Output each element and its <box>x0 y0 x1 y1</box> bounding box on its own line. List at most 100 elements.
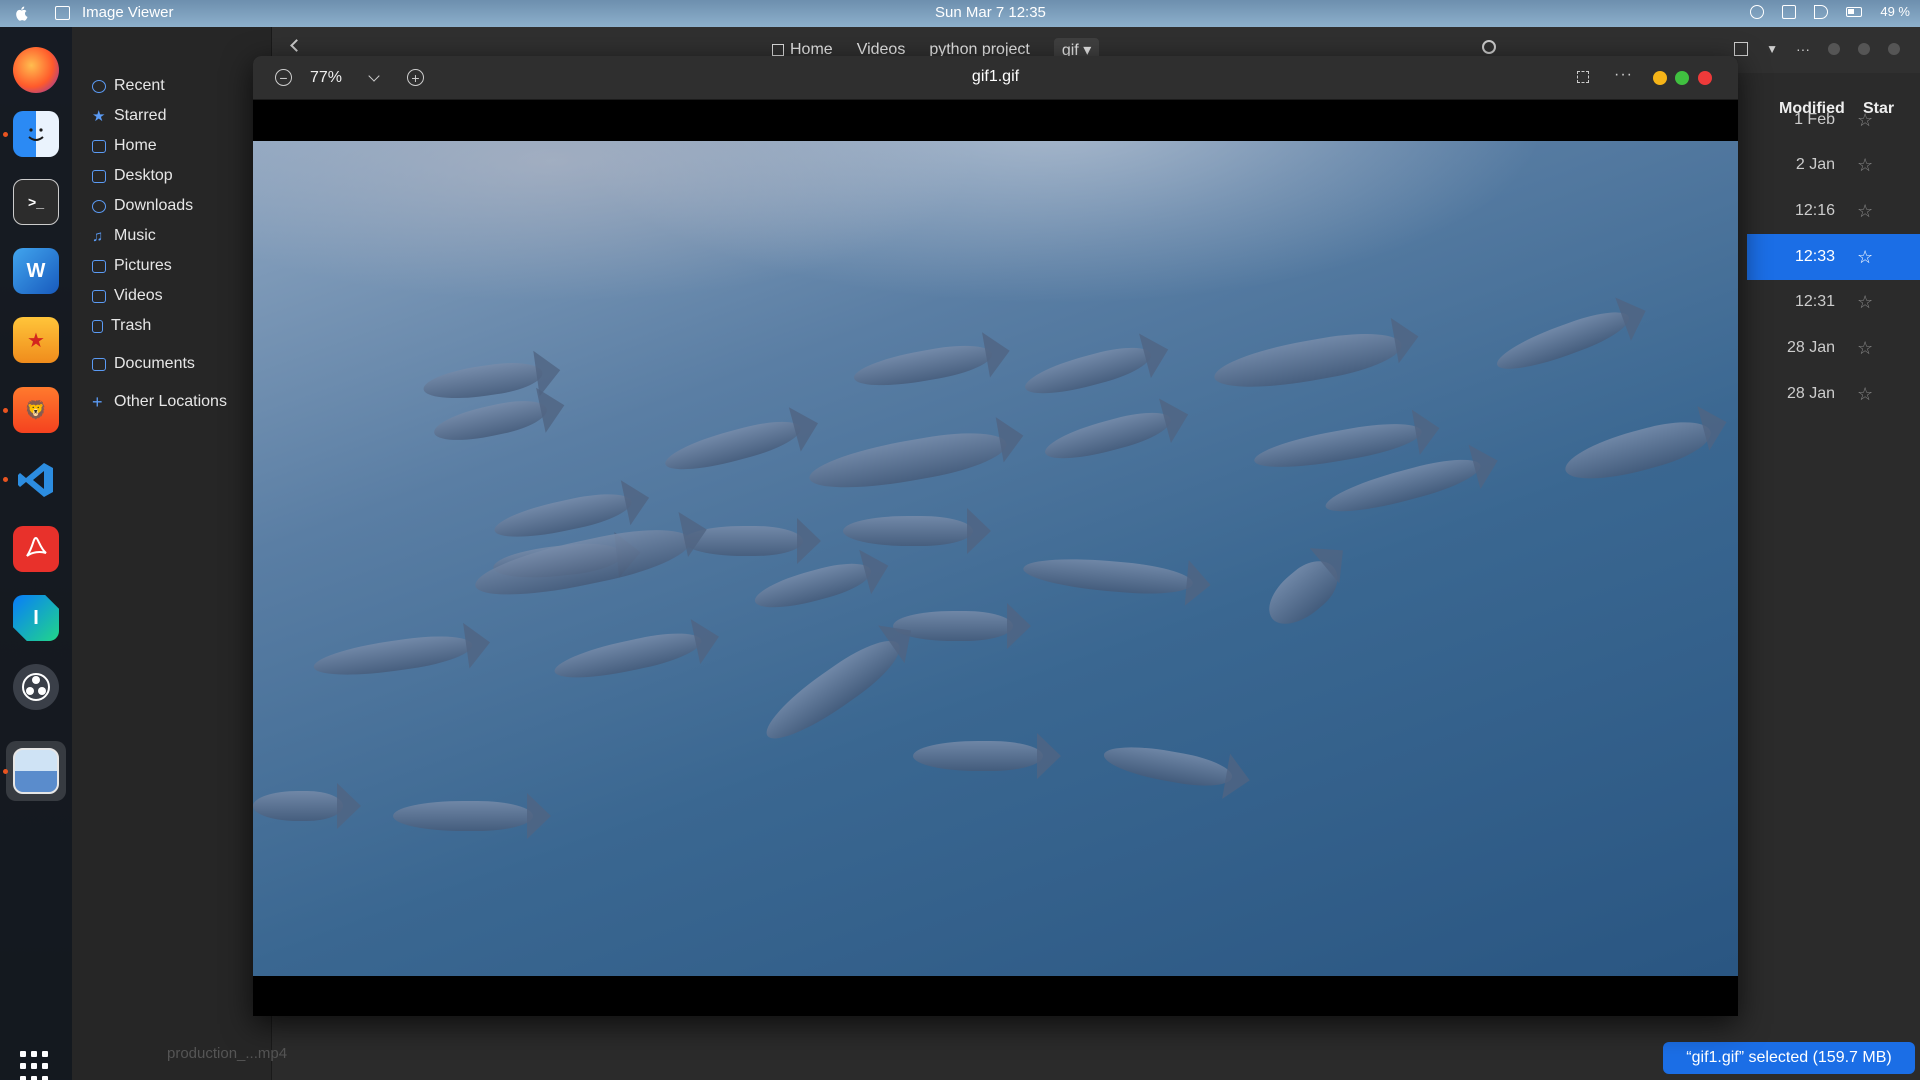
sidebar-item-music[interactable]: ♫ Music <box>92 227 156 245</box>
table-row[interactable]: 1 Feb ☆ <box>1747 97 1920 143</box>
firefox-icon[interactable] <box>13 47 59 93</box>
modified-cell: 28 Jan <box>1786 385 1835 402</box>
sidebar-item-home[interactable]: Home <box>92 137 157 155</box>
window-title: gif1.gif <box>971 68 1020 85</box>
music-icon: ♫ <box>92 227 104 245</box>
sidebar-item-pictures[interactable]: Pictures <box>92 257 172 275</box>
table-row[interactable]: 2 Jan ☆ <box>1747 142 1920 188</box>
word-icon[interactable]: W <box>13 248 59 294</box>
minimize-button[interactable] <box>1828 43 1840 55</box>
image-viewer-app-icon <box>55 6 70 20</box>
sidebar-item-videos[interactable]: Videos <box>92 287 163 305</box>
chevron-down-icon[interactable]: ▼ <box>1766 42 1778 56</box>
star-icon[interactable]: ☆ <box>1857 338 1873 359</box>
sidebar-item-trash[interactable]: Trash <box>92 317 151 335</box>
sidebar-item-label: Starred <box>114 107 167 124</box>
terminal-icon[interactable]: >_ <box>13 179 59 225</box>
maximize-button[interactable] <box>1858 43 1870 55</box>
sidebar-item-label: Pictures <box>114 257 172 274</box>
menu-more-icon[interactable]: ··· <box>1796 41 1810 57</box>
fish-shape <box>551 625 705 687</box>
sidebar-item-label: Recent <box>114 77 165 94</box>
modified-cell: 28 Jan <box>1786 339 1835 356</box>
close-button[interactable] <box>1888 43 1900 55</box>
fish-shape <box>1041 404 1175 468</box>
table-row[interactable]: 28 Jan ☆ <box>1747 371 1920 417</box>
system-tray[interactable]: 49 % <box>1750 4 1910 19</box>
acrobat-icon[interactable] <box>13 526 59 572</box>
clock-icon <box>92 79 106 93</box>
volume-icon[interactable] <box>1814 4 1829 19</box>
table-row[interactable]: 28 Jan ☆ <box>1747 325 1920 371</box>
acrobat-logo <box>26 536 47 557</box>
fish-shape <box>1258 550 1348 636</box>
menu-more-icon[interactable]: ··· <box>1614 66 1633 84</box>
modified-cell: 12:33 <box>1794 248 1835 265</box>
fish-shape <box>851 339 995 393</box>
minimize-button[interactable] <box>1653 71 1667 85</box>
accessibility-icon[interactable] <box>1750 4 1765 19</box>
viewer-header-bar: − 77% + gif1.gif ··· <box>253 56 1738 100</box>
fullscreen-icon[interactable] <box>1577 71 1589 83</box>
battery-icon[interactable] <box>1846 6 1863 17</box>
table-row[interactable]: 12:16 ☆ <box>1747 188 1920 234</box>
sidebar-item-other-locations[interactable]: + Other Locations <box>92 393 227 411</box>
star-icon[interactable]: ☆ <box>1857 292 1873 313</box>
table-row-selected[interactable]: 12:33 ☆ <box>1747 234 1920 280</box>
fish-shape <box>1321 450 1485 522</box>
sidebar-item-documents[interactable]: Documents <box>92 355 195 373</box>
obs-logo <box>22 673 50 701</box>
star-icon[interactable]: ☆ <box>1857 201 1873 222</box>
star-icon[interactable]: ☆ <box>1857 110 1873 131</box>
fish-shape <box>1210 324 1406 398</box>
intellij-icon[interactable]: I <box>13 595 59 641</box>
gif-image-canvas[interactable] <box>253 141 1738 976</box>
show-applications-button[interactable] <box>20 1051 52 1080</box>
star-icon[interactable]: ☆ <box>1857 155 1873 176</box>
star-icon[interactable]: ☆ <box>1857 384 1873 405</box>
vscode-icon[interactable] <box>13 457 59 503</box>
apple-menu-icon[interactable] <box>14 5 30 21</box>
modified-cell: 2 Jan <box>1795 156 1835 173</box>
image-viewer-window: − 77% + gif1.gif ··· <box>253 56 1738 1016</box>
fish-shape <box>913 733 1061 779</box>
search-icon[interactable] <box>1482 40 1496 54</box>
battery-percent: 49 % <box>1880 4 1910 19</box>
star-icon[interactable]: ☆ <box>1857 247 1873 268</box>
image-viewer-icon[interactable] <box>13 748 59 794</box>
list-item: production_...mp4 <box>167 1045 288 1062</box>
fish-shape <box>1492 302 1634 380</box>
fish-shape <box>421 357 545 405</box>
plus-icon: + <box>92 391 103 412</box>
selection-status: “gif1.gif” selected (159.7 MB) <box>1663 1042 1915 1074</box>
hub-icon[interactable]: ★ <box>13 317 59 363</box>
running-indicator <box>3 408 8 413</box>
pictures-icon <box>92 259 106 273</box>
fish-shape <box>661 413 805 479</box>
files-sidebar: Recent ★ Starred Home Desktop Downloads ♫… <box>72 27 272 1080</box>
network-icon[interactable] <box>1782 4 1797 19</box>
finder-icon[interactable] <box>13 111 59 157</box>
view-grid-icon[interactable] <box>1734 42 1749 56</box>
fish-shape <box>751 555 875 617</box>
trash-icon <box>92 319 103 333</box>
fish-shape <box>393 793 551 839</box>
back-icon[interactable] <box>290 39 303 52</box>
close-button[interactable] <box>1698 71 1712 85</box>
sidebar-item-downloads[interactable]: Downloads <box>92 197 193 215</box>
maximize-button[interactable] <box>1675 71 1689 85</box>
modified-cell: 12:31 <box>1794 293 1835 310</box>
table-row[interactable]: 12:31 ☆ <box>1747 279 1920 325</box>
sidebar-item-recent[interactable]: Recent <box>92 77 165 95</box>
sidebar-item-starred[interactable]: ★ Starred <box>92 107 166 125</box>
fish-shape <box>756 628 910 752</box>
running-indicator <box>3 132 8 137</box>
sidebar-item-label: Trash <box>111 317 152 334</box>
fish-shape <box>1022 553 1194 599</box>
sidebar-item-desktop[interactable]: Desktop <box>92 167 173 185</box>
sidebar-item-label: Music <box>114 227 156 244</box>
brave-icon[interactable]: 🦁 <box>13 387 59 433</box>
clock[interactable]: Sun Mar 7 12:35 <box>935 4 1046 21</box>
obs-icon[interactable] <box>13 664 59 710</box>
active-app-name[interactable]: Image Viewer <box>82 4 173 21</box>
